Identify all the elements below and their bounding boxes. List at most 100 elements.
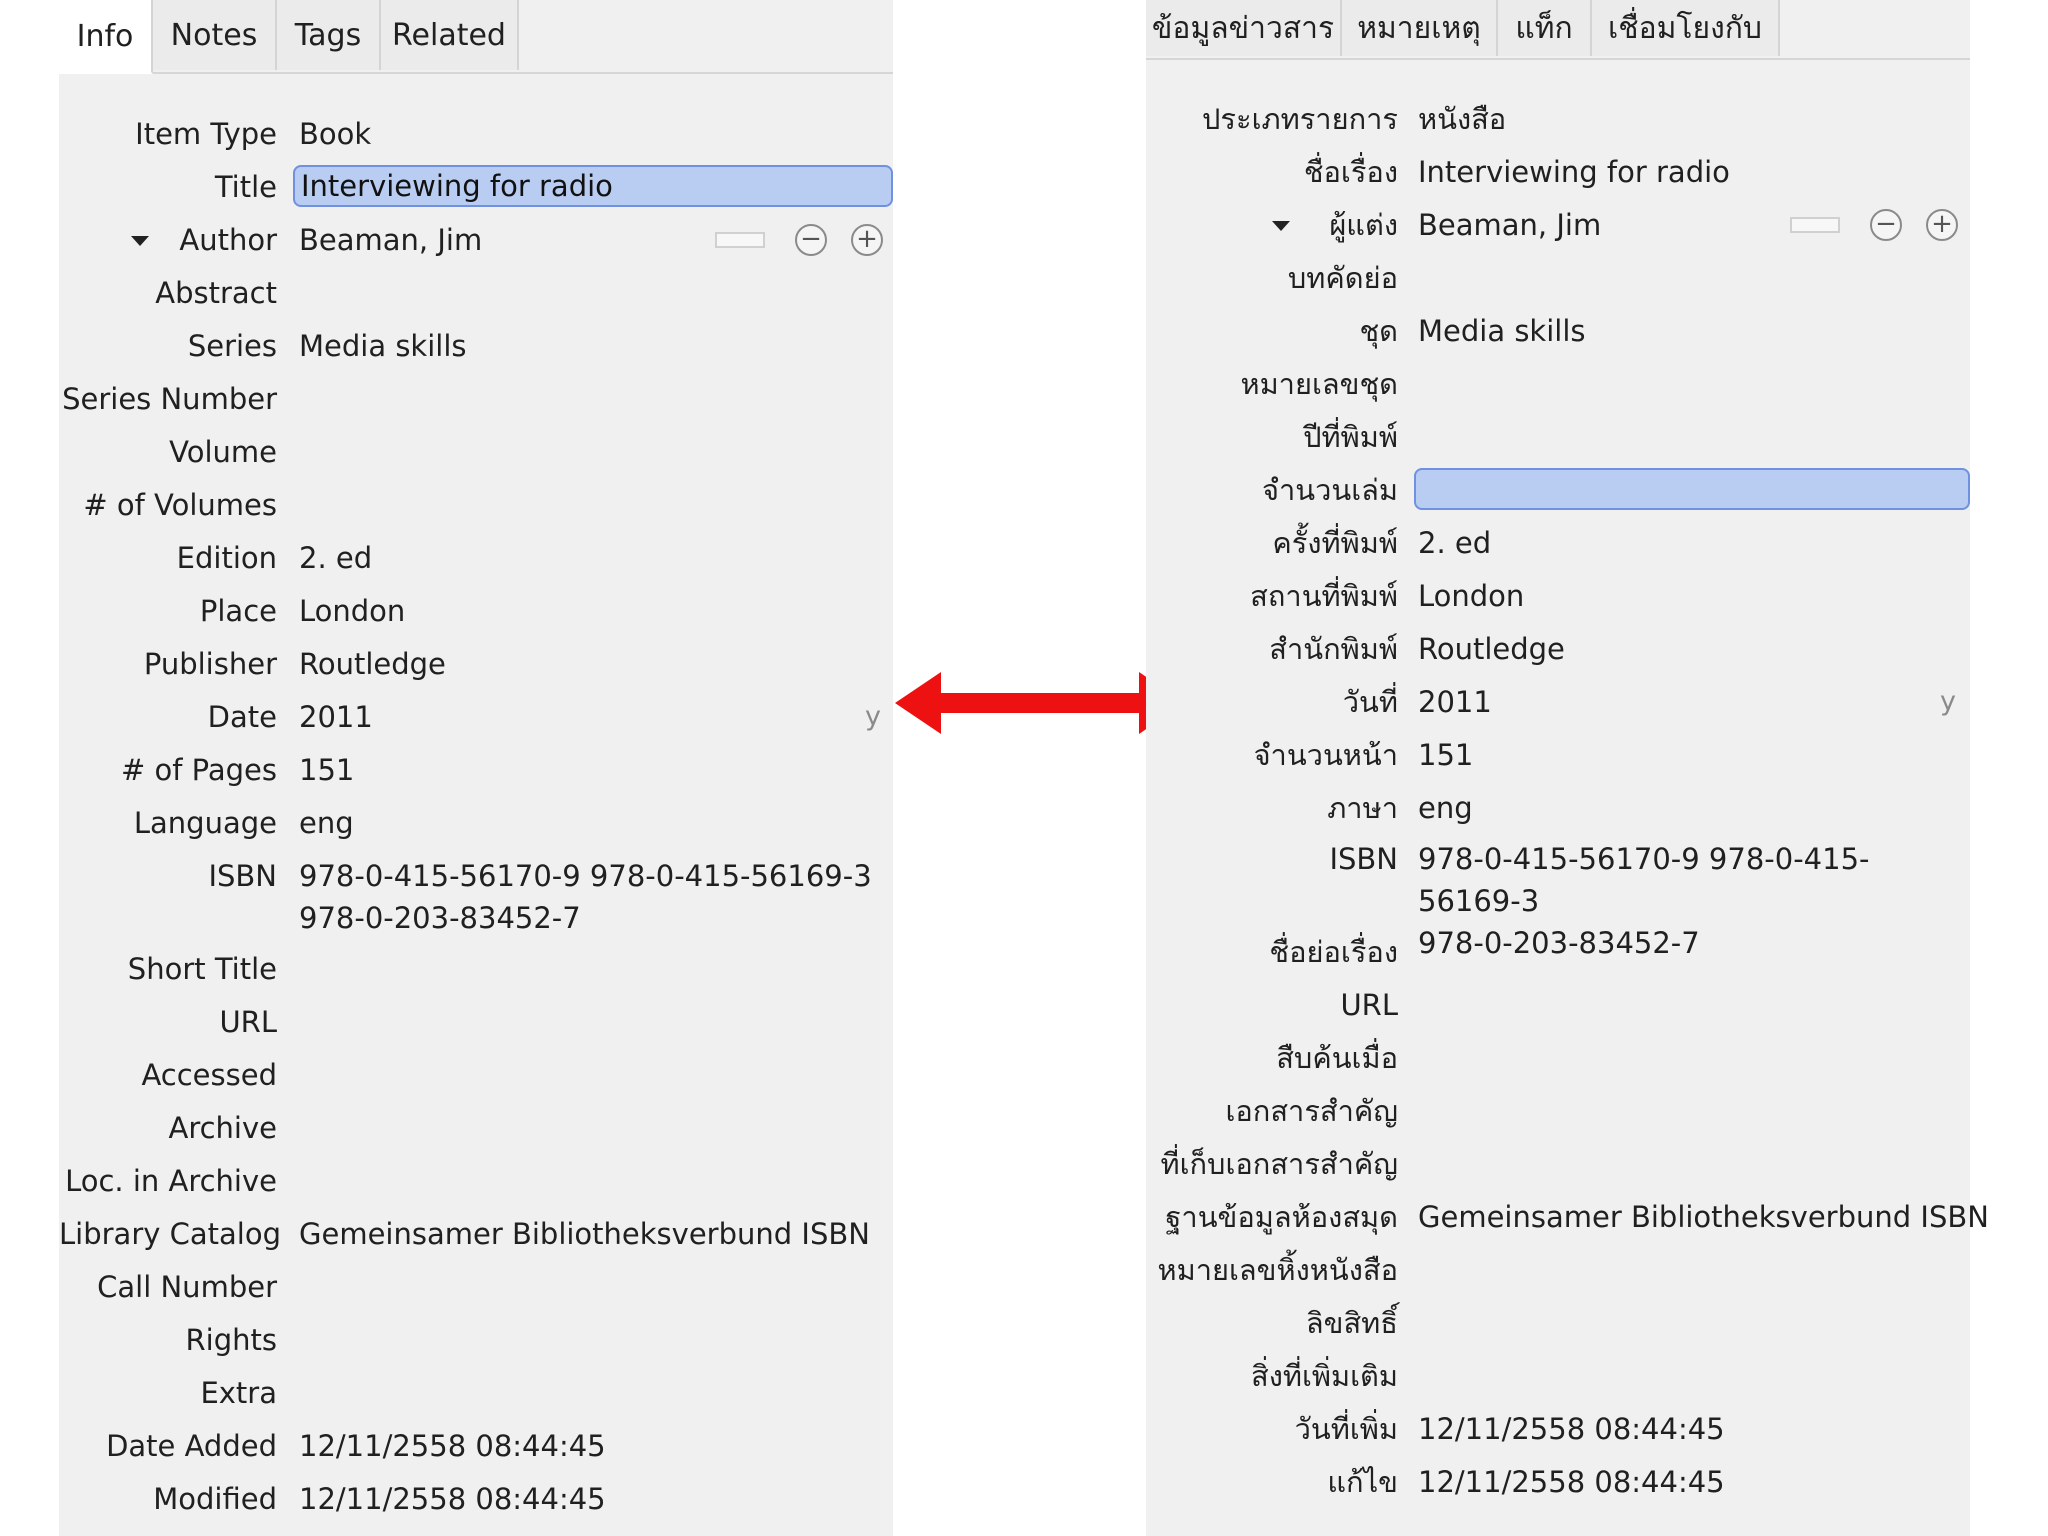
- name-mode-toggle[interactable]: [1790, 217, 1840, 233]
- field-num-pages: # of Pages 151: [59, 744, 893, 796]
- isbn-value[interactable]: 978-0-415-56170-9 978-0-415-56169-3 978-…: [1418, 838, 1970, 960]
- author-value[interactable]: Beaman, Jim: [1418, 199, 1601, 251]
- edition-value[interactable]: 2. ed: [299, 532, 372, 584]
- publisher-value[interactable]: Routledge: [299, 638, 446, 690]
- tab-tags[interactable]: แท็ก: [1498, 0, 1592, 56]
- place-value[interactable]: London: [299, 585, 405, 637]
- field-archive: Archive: [59, 1102, 893, 1154]
- date-value[interactable]: 2011: [299, 691, 373, 743]
- isbn-line-1: 978-0-415-56170-9 978-0-415-56169-3: [299, 859, 872, 893]
- item-type-value[interactable]: หนังสือ: [1418, 93, 1506, 145]
- remove-creator-button[interactable]: −: [1870, 209, 1902, 241]
- field-publisher: Publisher Routledge: [59, 638, 893, 690]
- url-label[interactable]: URL: [59, 996, 277, 1048]
- library-catalog-label: ฐานข้อมูลห้องสมุด: [1165, 1200, 1398, 1234]
- library-catalog-value[interactable]: Gemeinsamer Bibliotheksverbund ISBN: [1418, 1191, 1989, 1243]
- date-added-label: วันที่เพิ่ม: [1294, 1412, 1398, 1446]
- num-volumes-input[interactable]: [1414, 468, 1970, 510]
- modified-label: Modified: [153, 1482, 277, 1516]
- series-number-label: หมายเลขชุด: [1240, 367, 1398, 401]
- archive-label: เอกสารสำคัญ: [1225, 1094, 1398, 1128]
- item-type-value[interactable]: Book: [299, 108, 371, 160]
- isbn-value[interactable]: 978-0-415-56170-9 978-0-415-56169-3 978-…: [299, 855, 872, 935]
- field-short-title: Short Title: [59, 943, 893, 995]
- title-label: ชื่อเรื่อง: [1303, 155, 1398, 189]
- remove-creator-button[interactable]: −: [795, 224, 827, 256]
- accessed-label: Accessed: [141, 1058, 277, 1092]
- url-label[interactable]: URL: [1146, 979, 1398, 1031]
- field-call-number: Call Number: [59, 1261, 893, 1313]
- rights-label: ลิขสิทธิ์: [1305, 1306, 1398, 1340]
- author-value[interactable]: Beaman, Jim: [299, 214, 482, 266]
- tab-info[interactable]: ข้อมูลข่าวสาร: [1146, 0, 1342, 56]
- publisher-value[interactable]: Routledge: [1418, 623, 1565, 675]
- field-library-catalog: Library Catalog Gemeinsamer Bibliotheksv…: [59, 1208, 893, 1260]
- field-title: Title Interviewing for radio: [59, 161, 893, 213]
- tab-related[interactable]: เชื่อมโยงกับ: [1592, 0, 1780, 56]
- field-url: URL: [1146, 979, 1970, 1031]
- date-label: Date: [207, 700, 277, 734]
- date-format-hint: y: [865, 701, 881, 732]
- num-pages-label: # of Pages: [120, 753, 277, 787]
- item-type-label: ประเภทรายการ: [1202, 102, 1398, 136]
- field-loc-in-archive: ที่เก็บเอกสารสำคัญ: [1146, 1138, 1970, 1190]
- tab-related[interactable]: Related: [381, 0, 519, 70]
- language-value[interactable]: eng: [1418, 782, 1473, 834]
- series-value[interactable]: Media skills: [1418, 305, 1586, 357]
- field-date: วันที่ 2011 y: [1146, 676, 1970, 728]
- language-label: Language: [133, 806, 277, 840]
- field-language: Language eng: [59, 797, 893, 849]
- field-rights: ลิขสิทธิ์: [1146, 1297, 1970, 1349]
- num-pages-value[interactable]: 151: [1418, 729, 1473, 781]
- isbn-label: ISBN: [208, 859, 277, 893]
- num-volumes-label: จำนวนเล่ม: [1261, 473, 1398, 507]
- extra-label: Extra: [200, 1376, 277, 1410]
- field-date-added: วันที่เพิ่ม 12/11/2558 08:44:45: [1146, 1403, 1970, 1455]
- author-label[interactable]: Author: [59, 214, 277, 266]
- accessed-label: สืบค้นเมื่อ: [1276, 1041, 1398, 1075]
- tab-notes[interactable]: หมายเหตุ: [1342, 0, 1498, 56]
- date-added-value: 12/11/2558 08:44:45: [1418, 1412, 1725, 1446]
- name-mode-toggle[interactable]: [715, 232, 765, 248]
- field-author: ผู้แต่ง Beaman, Jim − +: [1146, 199, 1970, 251]
- field-abstract: บทคัดย่อ: [1146, 252, 1970, 304]
- series-number-label: Series Number: [62, 382, 277, 416]
- library-catalog-label: Library Catalog: [59, 1217, 281, 1251]
- language-label: ภาษา: [1327, 791, 1398, 825]
- series-label: ชุด: [1359, 314, 1398, 348]
- abstract-label: บทคัดย่อ: [1287, 261, 1398, 295]
- date-added-value: 12/11/2558 08:44:45: [299, 1429, 606, 1463]
- series-value[interactable]: Media skills: [299, 320, 467, 372]
- field-accessed: สืบค้นเมื่อ: [1146, 1032, 1970, 1084]
- title-input[interactable]: Interviewing for radio: [293, 165, 893, 207]
- field-modified: แก้ไข 12/11/2558 08:44:45: [1146, 1456, 1970, 1508]
- add-creator-button[interactable]: +: [851, 224, 883, 256]
- add-creator-button[interactable]: +: [1926, 209, 1958, 241]
- field-volume: Volume: [59, 426, 893, 478]
- field-loc-in-archive: Loc. in Archive: [59, 1155, 893, 1207]
- tab-info[interactable]: Info: [59, 0, 153, 74]
- isbn-line-1: 978-0-415-56170-9 978-0-415-56169-3: [1418, 842, 1870, 918]
- tab-notes[interactable]: Notes: [153, 0, 277, 70]
- library-catalog-value[interactable]: Gemeinsamer Bibliotheksverbund ISBN: [299, 1208, 870, 1260]
- tab-bar: Info Notes Tags Related: [59, 0, 893, 74]
- place-label: สถานที่พิมพ์: [1250, 579, 1398, 613]
- num-pages-value[interactable]: 151: [299, 744, 354, 796]
- author-label[interactable]: ผู้แต่ง: [1146, 199, 1398, 251]
- title-value[interactable]: Interviewing for radio: [1418, 146, 1730, 198]
- field-extra: สิ่งที่เพิ่มเติม: [1146, 1350, 1970, 1402]
- field-modified: Modified 12/11/2558 08:44:45: [59, 1473, 893, 1525]
- edition-value[interactable]: 2. ed: [1418, 517, 1491, 569]
- tab-tags[interactable]: Tags: [277, 0, 381, 70]
- field-num-volumes: # of Volumes: [59, 479, 893, 531]
- double-arrow-icon: [895, 672, 1185, 734]
- date-value[interactable]: 2011: [1418, 676, 1492, 728]
- rights-label: Rights: [185, 1323, 277, 1357]
- field-num-pages: จำนวนหน้า 151: [1146, 729, 1970, 781]
- field-date: Date 2011 y: [59, 691, 893, 743]
- language-value[interactable]: eng: [299, 797, 354, 849]
- place-value[interactable]: London: [1418, 570, 1524, 622]
- field-volume: ปีที่พิมพ์: [1146, 411, 1970, 463]
- tab-bar: ข้อมูลข่าวสาร หมายเหตุ แท็ก เชื่อมโยงกับ: [1146, 0, 1970, 60]
- field-abstract: Abstract: [59, 267, 893, 319]
